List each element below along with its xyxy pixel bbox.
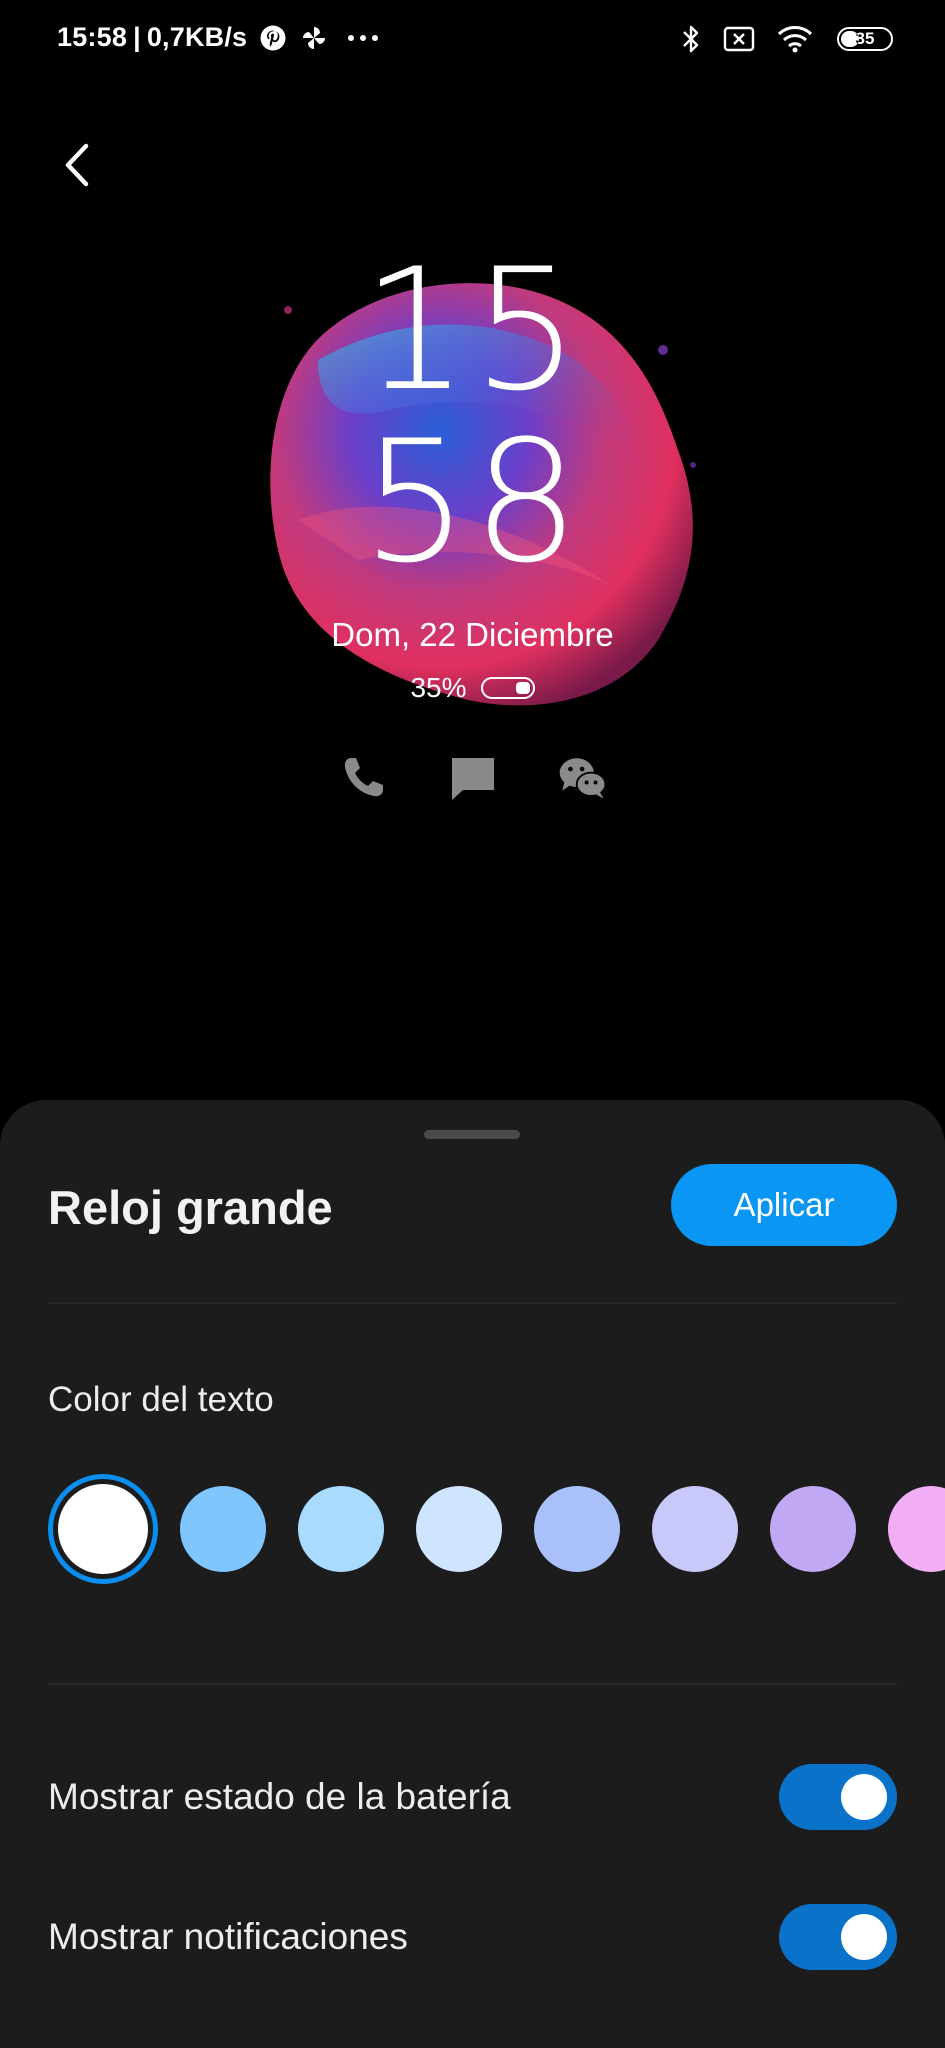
- status-bar: 15:58 | 0,7KB/s 35: [0, 0, 945, 80]
- apply-button[interactable]: Aplicar: [671, 1164, 897, 1246]
- bluetooth-icon: [681, 24, 701, 54]
- color-swatch[interactable]: [298, 1486, 384, 1572]
- pinwheel-icon: [299, 23, 329, 53]
- preview-shortcuts: [0, 752, 945, 804]
- back-arrow-icon: [56, 143, 104, 196]
- preview-battery: 35%: [0, 672, 945, 704]
- battery-indicator: 35: [837, 27, 893, 51]
- battery-icon: [480, 677, 535, 699]
- color-swatch[interactable]: [48, 1474, 158, 1584]
- notifications-label: Mostrar notificaciones: [48, 1916, 408, 1957]
- phone-icon: [337, 752, 389, 804]
- no-sim-icon: [723, 26, 755, 52]
- divider: [48, 1683, 897, 1685]
- pinterest-icon: [259, 24, 287, 52]
- battery-status-label: Mostrar estado de la batería: [48, 1776, 511, 1817]
- wifi-icon: [777, 25, 813, 53]
- back-button[interactable]: [56, 138, 104, 192]
- color-swatch[interactable]: [534, 1486, 620, 1572]
- battery-status-setting: Mostrar estado de la batería: [48, 1762, 897, 1832]
- more-dots-icon: [347, 33, 379, 43]
- divider: [48, 1302, 897, 1304]
- battery-status-toggle[interactable]: [779, 1764, 897, 1830]
- color-swatch[interactable]: [770, 1486, 856, 1572]
- sheet-title: Reloj grande: [48, 1181, 333, 1234]
- color-swatches: [48, 1472, 945, 1592]
- color-swatch[interactable]: [888, 1486, 945, 1572]
- message-icon: [447, 752, 499, 804]
- status-separator: |: [133, 22, 141, 52]
- network-speed: 0,7KB/s: [146, 22, 248, 52]
- notifications-toggle[interactable]: [779, 1904, 897, 1970]
- clock-minutes: 58: [361, 404, 584, 600]
- bottom-sheet: Reloj grande Aplicar Color del texto Mos…: [0, 1100, 945, 2048]
- clock-date: Dom, 22 Diciembre: [331, 616, 614, 653]
- text-color-label: Color del texto: [48, 1380, 274, 1419]
- toggle-knob: [841, 1914, 887, 1960]
- color-swatch[interactable]: [180, 1486, 266, 1572]
- notifications-setting: Mostrar notificaciones: [48, 1902, 897, 1972]
- color-swatch[interactable]: [652, 1486, 738, 1572]
- preview-battery-percent: 35%: [410, 672, 467, 703]
- drag-handle[interactable]: [424, 1130, 520, 1139]
- status-right: 35: [659, 24, 893, 54]
- status-time: 15:58: [57, 22, 128, 52]
- swatch-fill: [58, 1484, 148, 1574]
- battery-level-text: 35: [855, 29, 875, 48]
- color-swatch[interactable]: [416, 1486, 502, 1572]
- status-left: 15:58 | 0,7KB/s: [57, 22, 379, 53]
- toggle-knob: [841, 1774, 887, 1820]
- wechat-icon: [557, 752, 609, 804]
- clock-hours: 15: [361, 232, 584, 428]
